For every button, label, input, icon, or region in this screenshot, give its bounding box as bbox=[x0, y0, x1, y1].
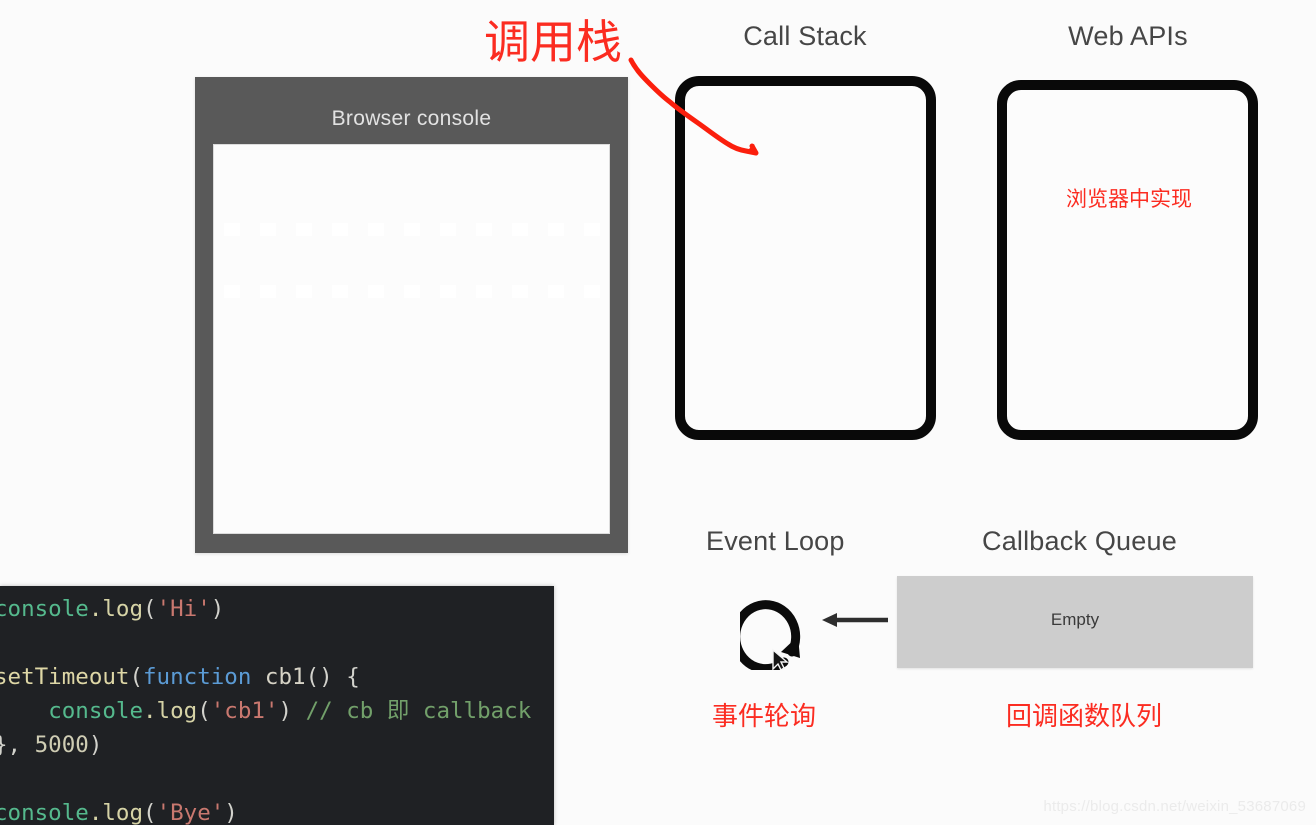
code-line: }, 5000) bbox=[0, 728, 531, 762]
web-apis-box bbox=[997, 80, 1258, 440]
code-token: .log bbox=[143, 698, 198, 724]
code-token: ) bbox=[224, 800, 238, 825]
code-token: setTimeout bbox=[0, 664, 130, 690]
code-token: console bbox=[48, 698, 144, 724]
code-token: console bbox=[0, 800, 89, 825]
event-loop-title: Event Loop bbox=[706, 526, 845, 556]
console-ghost-row bbox=[224, 285, 604, 298]
code-editor-panel[interactable]: console.log('Hi') setTimeout(function cb… bbox=[0, 586, 554, 825]
code-token: .log bbox=[88, 596, 144, 622]
code-editor-lines: console.log('Hi') setTimeout(function cb… bbox=[0, 592, 531, 825]
queue-to-loop-arrow-icon bbox=[822, 613, 888, 627]
event-loop-annotation-cn: 事件轮询 bbox=[712, 702, 817, 732]
call-stack-box bbox=[675, 76, 936, 440]
browser-console-panel: Browser console bbox=[195, 77, 628, 553]
web-apis-annotation-cn: 浏览器中实现 bbox=[1066, 187, 1192, 211]
code-token: ( bbox=[129, 664, 144, 690]
code-token: 'Bye' bbox=[156, 800, 225, 825]
browser-console-title: Browser console bbox=[331, 107, 492, 130]
code-token: ( bbox=[143, 596, 157, 622]
callback-queue-status: Empty bbox=[1050, 610, 1100, 629]
code-token: }, bbox=[0, 732, 22, 758]
code-token: .log bbox=[88, 800, 144, 825]
code-token: ( bbox=[143, 800, 157, 825]
watermark: https://blog.csdn.net/weixin_53687069 bbox=[1043, 798, 1306, 815]
event-loop-circular-arrow-icon bbox=[740, 600, 801, 670]
code-token: ) bbox=[88, 732, 103, 758]
code-token: 5000 bbox=[34, 732, 89, 758]
code-token: 'cb1' bbox=[210, 698, 279, 724]
code-token: ) bbox=[278, 698, 293, 724]
code-line: setTimeout(function cb1() { bbox=[0, 660, 531, 694]
code-token: ( bbox=[197, 698, 211, 724]
code-line: console.log('cb1') // cb 即 callback bbox=[0, 694, 531, 728]
browser-console-output-area[interactable] bbox=[213, 144, 610, 534]
code-line: console.log('Bye') bbox=[0, 796, 531, 825]
code-token: // cb 即 callback bbox=[292, 698, 532, 724]
code-token: 'Hi' bbox=[156, 596, 211, 622]
callback-queue-title: Callback Queue bbox=[982, 526, 1177, 556]
call-stack-title: Call Stack bbox=[743, 21, 867, 51]
web-apis-title: Web APIs bbox=[1068, 21, 1188, 51]
console-ghost-row bbox=[224, 223, 604, 236]
code-token: () { bbox=[305, 664, 360, 690]
code-token: console bbox=[0, 596, 89, 622]
callback-queue-box: Empty bbox=[897, 576, 1253, 668]
code-token: ) bbox=[210, 596, 225, 622]
call-stack-annotation-cn: 调用栈 bbox=[484, 15, 622, 69]
code-token: function bbox=[143, 664, 252, 690]
callback-queue-annotation-cn: 回调函数队列 bbox=[1006, 702, 1163, 732]
code-line: console.log('Hi') bbox=[0, 592, 531, 626]
code-token: cb1 bbox=[251, 664, 306, 690]
